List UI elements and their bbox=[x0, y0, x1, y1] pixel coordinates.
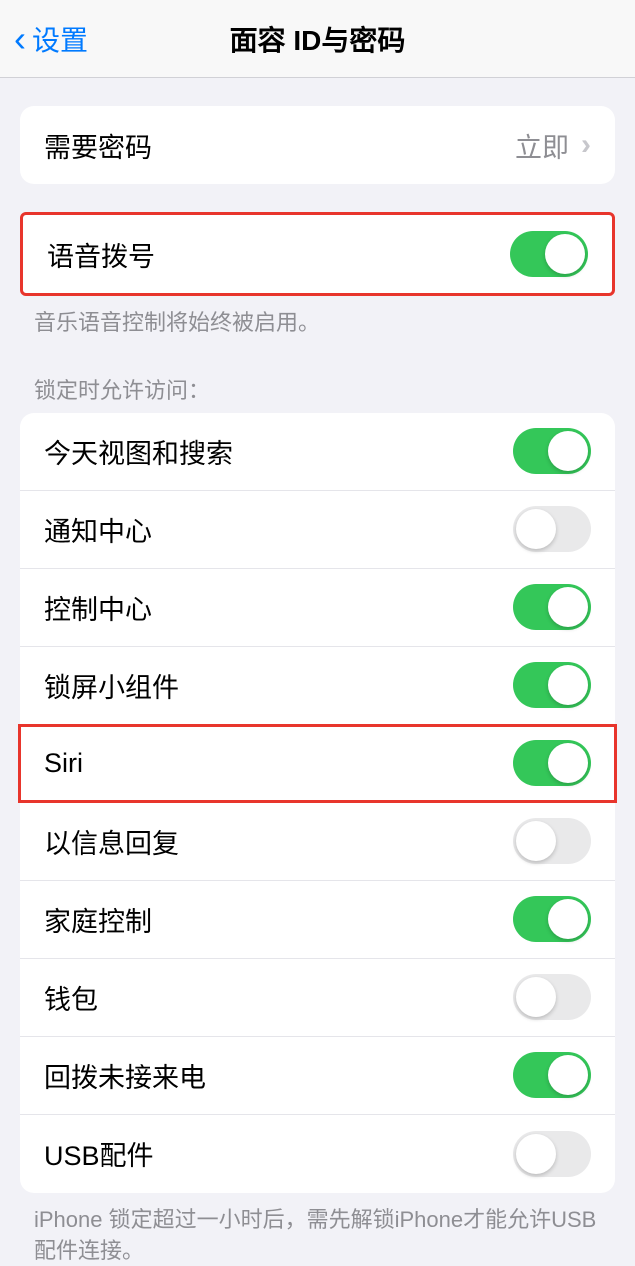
toggle-knob bbox=[516, 1134, 556, 1174]
access-row: 控制中心 bbox=[20, 569, 615, 647]
page-title: 面容 ID与密码 bbox=[230, 19, 406, 59]
access-row-label: 回拨未接来电 bbox=[44, 1056, 206, 1095]
access-row: Siri bbox=[20, 725, 615, 803]
voice-dial-label: 语音拨号 bbox=[47, 235, 155, 274]
toggle-knob bbox=[545, 234, 585, 274]
require-passcode-value: 立即 › bbox=[515, 126, 591, 165]
allow-access-header: 锁定时允许访问： bbox=[0, 339, 635, 413]
voice-dial-row: 语音拨号 bbox=[23, 215, 612, 293]
access-row-toggle[interactable] bbox=[513, 662, 591, 708]
access-row-toggle[interactable] bbox=[513, 584, 591, 630]
access-row-label: 控制中心 bbox=[44, 588, 152, 627]
chevron-right-icon: › bbox=[581, 128, 591, 162]
header-bar: ‹ 设置 面容 ID与密码 bbox=[0, 0, 635, 78]
access-row: 回拨未接来电 bbox=[20, 1037, 615, 1115]
access-row-toggle[interactable] bbox=[513, 974, 591, 1020]
access-row-label: 以信息回复 bbox=[44, 822, 179, 861]
toggle-knob bbox=[548, 431, 588, 471]
access-row: 今天视图和搜索 bbox=[20, 413, 615, 491]
toggle-knob bbox=[548, 665, 588, 705]
voice-dial-footer: 音乐语音控制将始终被启用。 bbox=[0, 296, 635, 339]
toggle-knob bbox=[548, 1055, 588, 1095]
usb-footer: iPhone 锁定超过一小时后，需先解锁iPhone才能允许USB 配件连接。 bbox=[0, 1193, 635, 1266]
voice-dial-group: 语音拨号 bbox=[20, 212, 615, 296]
toggle-knob bbox=[548, 743, 588, 783]
access-row-label: 家庭控制 bbox=[44, 900, 152, 939]
content: 需要密码 立即 › 语音拨号 音乐语音控制将始终被启用。 锁定时允许访问： 今天… bbox=[0, 106, 635, 1266]
toggle-knob bbox=[516, 821, 556, 861]
access-row-toggle[interactable] bbox=[513, 1052, 591, 1098]
access-row: 通知中心 bbox=[20, 491, 615, 569]
chevron-left-icon: ‹ bbox=[14, 21, 26, 57]
access-row: 钱包 bbox=[20, 959, 615, 1037]
access-row: 家庭控制 bbox=[20, 881, 615, 959]
allow-access-group: 今天视图和搜索通知中心控制中心锁屏小组件 Siri 以信息回复家庭控制钱包回拨未接来… bbox=[20, 413, 615, 1193]
access-row-toggle[interactable] bbox=[513, 1131, 591, 1177]
require-passcode-row[interactable]: 需要密码 立即 › bbox=[20, 106, 615, 184]
back-label: 设置 bbox=[32, 19, 88, 59]
toggle-knob bbox=[548, 899, 588, 939]
access-row-label: USB配件 bbox=[44, 1134, 154, 1173]
voice-dial-toggle[interactable] bbox=[510, 231, 588, 277]
access-row-toggle[interactable] bbox=[513, 506, 591, 552]
require-passcode-label: 需要密码 bbox=[44, 126, 152, 165]
passcode-group: 需要密码 立即 › bbox=[20, 106, 615, 184]
access-row-toggle[interactable] bbox=[513, 740, 591, 786]
back-button[interactable]: ‹ 设置 bbox=[14, 19, 88, 59]
require-passcode-value-text: 立即 bbox=[515, 126, 569, 165]
access-row-label: 锁屏小组件 bbox=[44, 666, 179, 705]
access-row: 以信息回复 bbox=[20, 803, 615, 881]
toggle-knob bbox=[516, 509, 556, 549]
access-row-toggle[interactable] bbox=[513, 428, 591, 474]
access-row-label: 今天视图和搜索 bbox=[44, 432, 233, 471]
access-row-toggle[interactable] bbox=[513, 896, 591, 942]
toggle-knob bbox=[516, 977, 556, 1017]
access-row: 锁屏小组件 bbox=[20, 647, 615, 725]
access-row-label: Siri bbox=[44, 748, 83, 779]
access-row: USB配件 bbox=[20, 1115, 615, 1193]
access-row-toggle[interactable] bbox=[513, 818, 591, 864]
access-row-label: 通知中心 bbox=[44, 510, 152, 549]
toggle-knob bbox=[548, 587, 588, 627]
access-row-label: 钱包 bbox=[44, 978, 98, 1017]
